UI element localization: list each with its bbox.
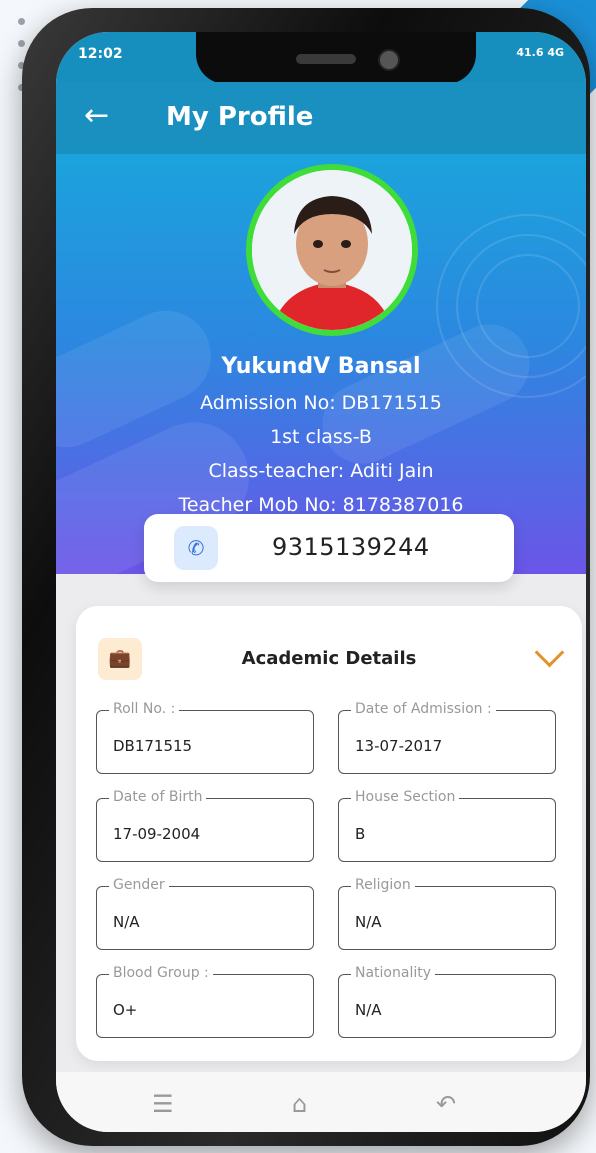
field-value: B: [355, 825, 366, 843]
teacher-mobile: Teacher Mob No: 8178387016: [178, 494, 464, 516]
blood-group-field[interactable]: Blood Group : O+: [96, 965, 314, 1038]
admission-number: Admission No: DB171515: [200, 392, 442, 414]
admission-date-field[interactable]: Date of Admission : 13-07-2017: [338, 701, 556, 774]
avatar-image: [252, 170, 412, 330]
phone-screen: 12:02 41.6 4G ← My Profile YukundV Bansa…: [56, 32, 586, 1132]
avatar: [246, 164, 418, 336]
contact-phone-card[interactable]: ✆ 9315139244: [144, 514, 514, 582]
status-indicators: 41.6 4G: [516, 46, 564, 59]
field-value: N/A: [355, 1001, 382, 1019]
field-label: Date of Birth: [109, 789, 207, 805]
academic-details-title: Academic Details: [241, 648, 417, 669]
status-time: 12:02: [78, 46, 123, 62]
roll-number-field[interactable]: Roll No. : DB171515: [96, 701, 314, 774]
field-label: Religion: [351, 877, 415, 893]
student-name: YukundV Bansal: [221, 354, 421, 379]
field-value: N/A: [113, 913, 140, 931]
academic-details-card: 💼 Academic Details Roll No. : DB171515 D…: [76, 606, 582, 1061]
field-label: Date of Admission :: [351, 701, 496, 717]
class-teacher: Class-teacher: Aditi Jain: [208, 460, 434, 482]
speaker-grille: [296, 54, 356, 64]
field-value: N/A: [355, 913, 382, 931]
field-label: Blood Group :: [109, 965, 213, 981]
gender-field[interactable]: Gender N/A: [96, 877, 314, 950]
class-name: 1st class-B: [270, 426, 372, 448]
field-label: Nationality: [351, 965, 436, 981]
front-camera: [378, 49, 400, 71]
system-nav-bar: ☰ ⌂ ↶: [56, 1072, 586, 1132]
menu-icon[interactable]: ☰: [152, 1090, 174, 1118]
home-icon[interactable]: ⌂: [292, 1090, 307, 1118]
phone-icon[interactable]: ✆: [174, 526, 218, 570]
phone-frame: 12:02 41.6 4G ← My Profile YukundV Bansa…: [22, 8, 590, 1146]
field-value: 17-09-2004: [113, 825, 201, 843]
arrow-left-icon[interactable]: ←: [84, 98, 109, 133]
house-section-field[interactable]: House Section B: [338, 789, 556, 862]
field-label: Roll No. :: [109, 701, 180, 717]
camera-notch: [196, 32, 476, 84]
field-label: Gender: [109, 877, 169, 893]
religion-field[interactable]: Religion N/A: [338, 877, 556, 950]
back-nav-icon[interactable]: ↶: [436, 1090, 456, 1118]
field-label: House Section: [351, 789, 460, 805]
field-value: O+: [113, 1001, 138, 1019]
phone-number: 9315139244: [272, 533, 430, 561]
date-of-birth-field[interactable]: Date of Birth 17-09-2004: [96, 789, 314, 862]
app-bar: ← My Profile: [56, 82, 586, 154]
field-value: 13-07-2017: [355, 737, 443, 755]
field-value: DB171515: [113, 737, 193, 755]
nationality-field[interactable]: Nationality N/A: [338, 965, 556, 1038]
page-title: My Profile: [166, 102, 314, 132]
